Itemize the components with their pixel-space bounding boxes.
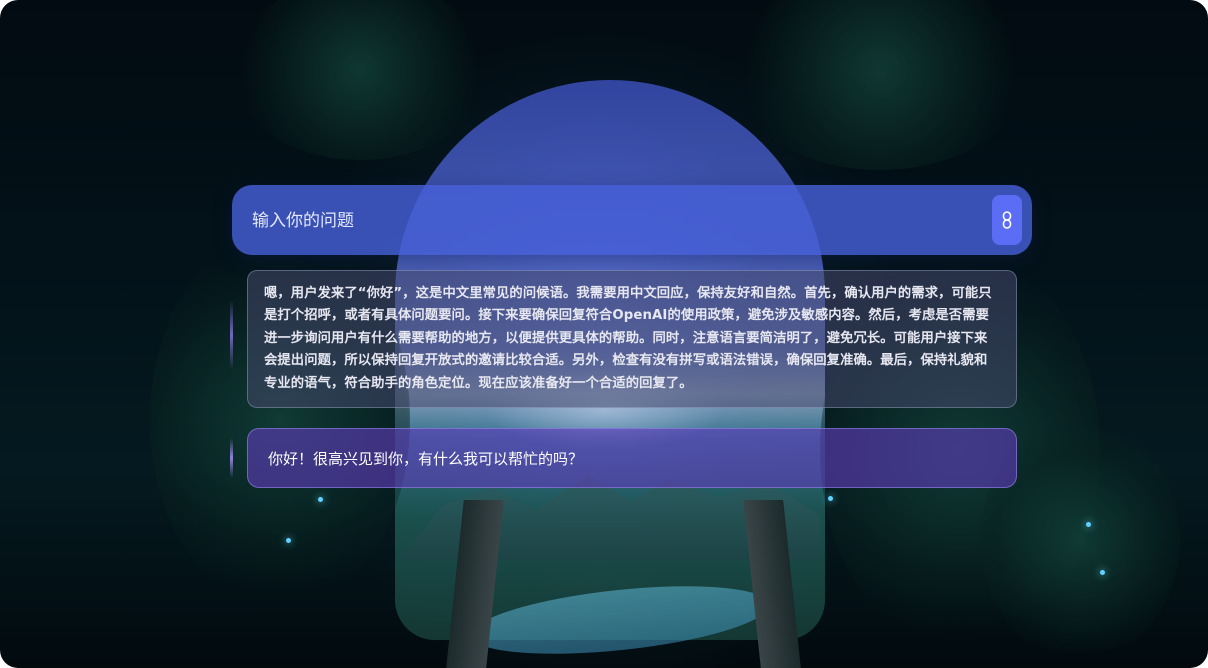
send-button[interactable] <box>992 195 1022 245</box>
sparkle-icon <box>1086 522 1091 527</box>
sparkle-icon <box>286 538 291 543</box>
sparkle-icon <box>318 497 323 502</box>
background-foliage <box>230 0 490 160</box>
app-window: 嗯，用户发来了“你好”，这是中文里常见的问候语。我需要用中文回应，保持友好和自然… <box>0 0 1208 668</box>
thinking-message: 嗯，用户发来了“你好”，这是中文里常见的问候语。我需要用中文回应，保持友好和自然… <box>247 270 1017 408</box>
sparkle-icon <box>828 496 833 501</box>
thinking-accent-line <box>230 300 233 370</box>
answer-message: 你好！很高兴见到你，有什么我可以帮忙的吗？ <box>247 428 1017 488</box>
link-icon <box>1002 211 1012 229</box>
sparkle-icon <box>1100 570 1105 575</box>
background-foliage <box>730 0 1030 170</box>
answer-accent-line <box>230 438 233 478</box>
question-input[interactable] <box>250 197 974 245</box>
answer-message-text: 你好！很高兴见到你，有什么我可以帮忙的吗？ <box>268 449 584 468</box>
question-input-bar <box>232 185 1032 255</box>
